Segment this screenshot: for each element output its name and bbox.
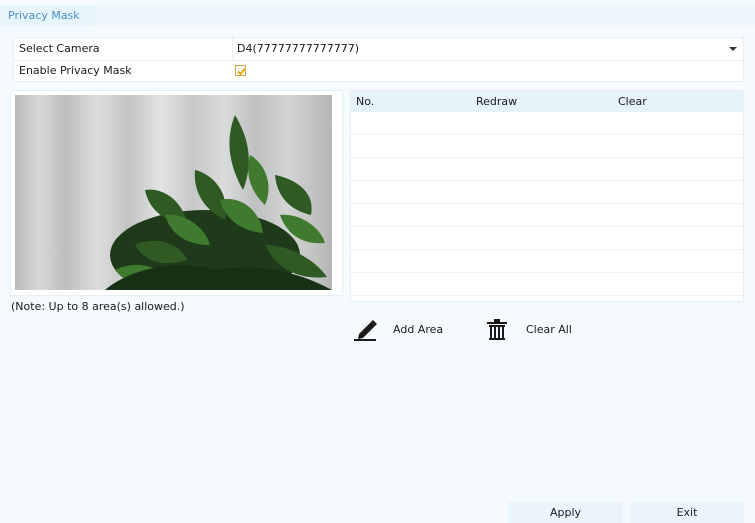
camera-preview[interactable]	[15, 95, 332, 290]
table-row	[351, 158, 743, 181]
table-row	[351, 250, 743, 273]
tab-bar	[95, 5, 755, 26]
clear-all-button[interactable]: Clear All	[486, 318, 586, 342]
apply-button[interactable]: Apply	[508, 502, 623, 523]
add-area-button[interactable]: Add Area	[353, 318, 463, 342]
trash-icon	[486, 318, 514, 342]
tab-privacy-mask[interactable]: Privacy Mask	[0, 5, 95, 26]
column-redraw: Redraw	[476, 95, 518, 108]
select-camera-label: Select Camera	[19, 42, 100, 55]
add-area-label: Add Area	[393, 323, 444, 336]
camera-select-value: D4(77777777777777)	[237, 42, 360, 55]
chevron-down-icon[interactable]	[729, 47, 737, 51]
table-header: No. Redraw Clear	[351, 91, 743, 112]
camera-select[interactable]: D4(77777777777777)	[232, 38, 743, 59]
enable-privacy-mask-label: Enable Privacy Mask	[19, 64, 132, 77]
column-clear: Clear	[618, 95, 647, 108]
area-limit-note: (Note: Up to 8 area(s) allowed.)	[11, 300, 185, 313]
camera-preview-image	[15, 95, 332, 290]
table-row	[351, 227, 743, 250]
select-camera-row: Select Camera D4(77777777777777)	[14, 38, 743, 61]
table-row	[351, 204, 743, 227]
pencil-icon	[353, 318, 381, 342]
checkmark-icon	[237, 67, 246, 76]
column-no: No.	[356, 95, 375, 108]
clear-all-label: Clear All	[526, 323, 572, 336]
enable-privacy-mask-checkbox[interactable]	[235, 65, 246, 76]
table-row	[351, 112, 743, 135]
exit-button[interactable]: Exit	[630, 502, 744, 523]
table-row	[351, 135, 743, 158]
settings-form: Select Camera D4(77777777777777) Enable …	[13, 37, 744, 82]
enable-privacy-mask-row: Enable Privacy Mask	[14, 60, 743, 82]
table-row	[351, 273, 743, 296]
table-row	[351, 181, 743, 204]
mask-area-table: No. Redraw Clear	[350, 90, 744, 302]
